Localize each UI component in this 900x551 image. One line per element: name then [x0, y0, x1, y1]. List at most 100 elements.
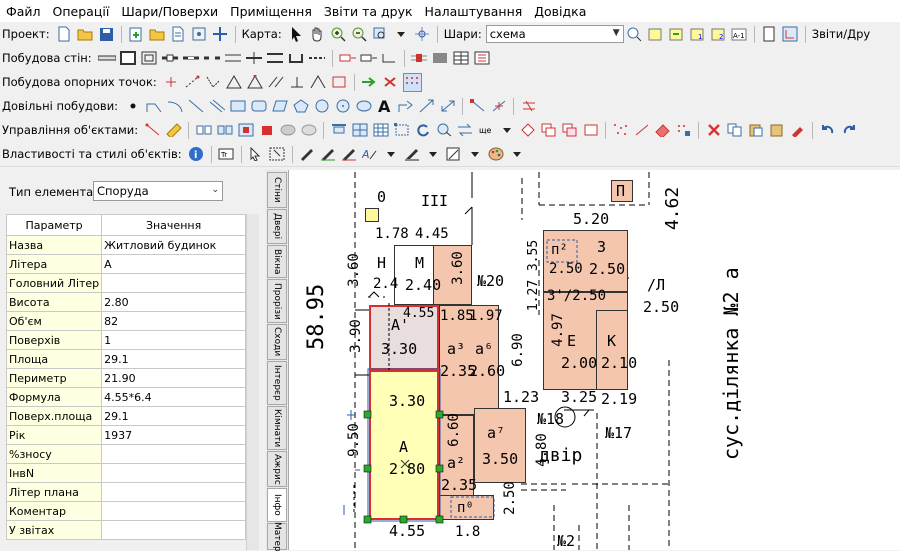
wall-double-icon[interactable] [267, 50, 284, 67]
eraser-icon[interactable] [654, 122, 671, 139]
text-style-icon[interactable]: ще [477, 122, 494, 139]
tab-openings[interactable]: Прорізи [267, 279, 287, 323]
page-icon[interactable] [761, 26, 778, 43]
node-edit-icon[interactable] [469, 98, 486, 115]
zoom-out-icon[interactable] [351, 26, 368, 43]
param-value-cell[interactable]: 82 [101, 311, 246, 331]
info-icon[interactable]: i [188, 146, 205, 163]
zoom-in-icon[interactable] [330, 26, 347, 43]
layer-tool-icon[interactable] [782, 26, 799, 43]
table-row[interactable]: Формула 4.55*6.4 [5, 387, 246, 407]
copy-red2-icon[interactable] [561, 122, 578, 139]
dropdown-arrow-icon[interactable] [393, 26, 410, 43]
new-file-icon[interactable] [56, 26, 73, 43]
wall-line-icon[interactable] [97, 50, 116, 67]
node-add-icon[interactable] [490, 98, 507, 115]
dropdown-arrow-icon[interactable] [467, 146, 484, 163]
param-value-cell[interactable] [101, 444, 246, 464]
block-icon[interactable] [237, 122, 254, 139]
layer-1-icon[interactable]: 1 [689, 26, 706, 43]
layer-text-icon[interactable]: A-1 [731, 26, 748, 43]
circle-icon[interactable] [313, 98, 330, 115]
delete-icon[interactable] [705, 122, 722, 139]
table-row[interactable]: Літер плана [5, 482, 246, 502]
fill-style-icon[interactable] [446, 146, 463, 163]
tab-rooms[interactable]: Кімнати [267, 406, 287, 450]
point-frame-icon[interactable] [331, 74, 348, 91]
param-value-cell[interactable] [101, 463, 246, 483]
param-value-cell[interactable]: 1 [101, 330, 246, 350]
table-row[interactable]: Поверх.площа 29.1 [5, 406, 246, 426]
layer-search-icon[interactable] [626, 26, 643, 43]
wall-arrow-icon[interactable] [339, 50, 356, 67]
point-delete-icon[interactable] [382, 74, 399, 91]
wall-fill-icon[interactable] [432, 50, 449, 67]
param-value-cell[interactable] [101, 273, 246, 293]
zoom-window-icon[interactable] [372, 26, 389, 43]
pen2-icon[interactable] [320, 146, 337, 163]
diamond-icon[interactable] [519, 122, 536, 139]
vertical-scrollbar[interactable] [246, 214, 259, 550]
layer-lock-icon[interactable] [668, 26, 685, 43]
tab-stairs[interactable]: Сходи [267, 324, 287, 360]
paint-icon[interactable] [789, 122, 806, 139]
copy-red-icon[interactable] [540, 122, 557, 139]
dot-icon[interactable] [124, 98, 141, 115]
dropdown-arrow-icon[interactable] [425, 146, 442, 163]
param-value-cell[interactable] [101, 501, 246, 521]
pen-icon[interactable] [299, 146, 316, 163]
pentagon-icon[interactable] [292, 98, 309, 115]
point-angle-icon[interactable] [205, 74, 222, 91]
clipboard-icon[interactable] [768, 122, 785, 139]
undo-icon[interactable] [819, 122, 836, 139]
rectangle-icon[interactable] [229, 98, 246, 115]
menu-file[interactable]: Файл [0, 4, 47, 19]
paste-icon[interactable] [747, 122, 764, 139]
palette-icon[interactable] [488, 146, 505, 163]
red-square-icon[interactable] [258, 122, 275, 139]
wall-bracket-icon[interactable] [288, 50, 305, 67]
table-row[interactable]: Коментар [5, 501, 246, 521]
wall-join-icon[interactable] [246, 50, 263, 67]
dropdown-arrow-icon[interactable] [498, 122, 515, 139]
swap-icon[interactable] [456, 122, 473, 139]
oval-gray-icon[interactable] [279, 122, 296, 139]
erase-line-icon[interactable] [633, 122, 650, 139]
dropdown-arrow-icon[interactable] [509, 146, 526, 163]
menu-rooms[interactable]: Приміщення [224, 4, 318, 19]
table-row[interactable]: Літера А [5, 254, 246, 274]
table-row[interactable]: Рік 1937 [5, 425, 246, 445]
oval-gray2-icon[interactable] [300, 122, 317, 139]
wall-door-icon[interactable] [162, 50, 179, 67]
arrow-icon[interactable] [418, 98, 435, 115]
polyline-icon[interactable] [145, 98, 162, 115]
point-line-icon[interactable] [184, 74, 201, 91]
hand-pan-icon[interactable] [309, 26, 326, 43]
param-value-cell[interactable]: 29.1 [101, 349, 246, 369]
zoom-extents-icon[interactable] [414, 26, 431, 43]
wall-extend-icon[interactable] [360, 50, 377, 67]
param-value-cell[interactable]: А [101, 254, 246, 274]
point-triangle-icon[interactable] [226, 74, 243, 91]
table-row[interactable]: У звітах [5, 520, 246, 540]
menu-layers-floors[interactable]: Шари/Поверхи [115, 4, 224, 19]
menu-help[interactable]: Довідка [528, 4, 592, 19]
copy-icon[interactable] [726, 122, 743, 139]
drawing-canvas[interactable]: 0 III 1.78 4.45 Н 2.4 М 2.40 3.60 3.60 №… [289, 170, 900, 550]
scatter-icon[interactable] [612, 122, 629, 139]
tab-doors[interactable]: Двері [267, 209, 287, 244]
document-icon[interactable] [170, 26, 187, 43]
rounded-rect-icon[interactable] [250, 98, 267, 115]
move-icon[interactable] [212, 26, 229, 43]
element-type-select[interactable]: Споруда ⌄ [93, 181, 223, 201]
align-all-icon[interactable] [351, 122, 368, 139]
tab-materials[interactable]: Матер [267, 522, 287, 551]
zoom-obj-icon[interactable] [435, 122, 452, 139]
point-bisect-icon[interactable] [310, 74, 327, 91]
dropdown-arrow-icon[interactable] [383, 146, 400, 163]
save-icon[interactable] [98, 26, 115, 43]
param-value-cell[interactable]: Житловий будинок [101, 235, 246, 255]
wall-dash-icon[interactable] [309, 50, 326, 67]
param-value-cell[interactable]: 29.1 [101, 406, 246, 426]
table-row[interactable]: %зносу [5, 444, 246, 464]
